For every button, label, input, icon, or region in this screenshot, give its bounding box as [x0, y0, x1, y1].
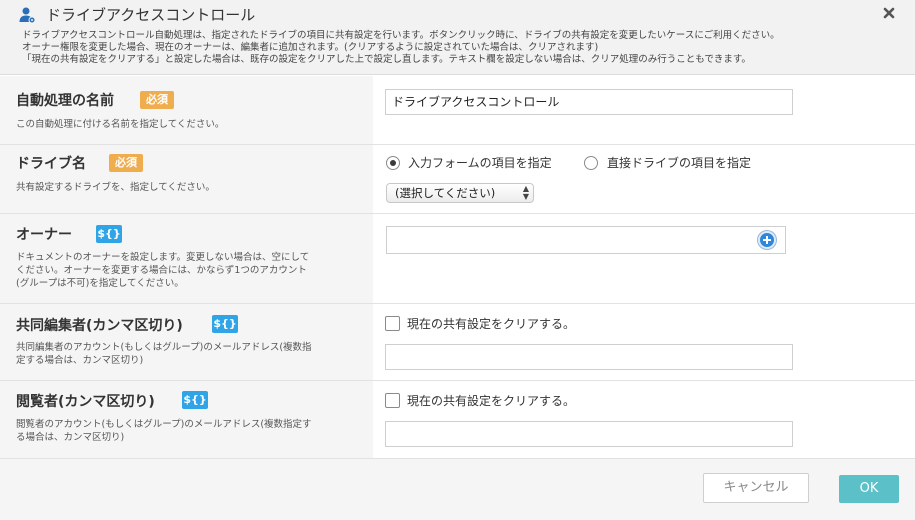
name-input[interactable]: ドライブアクセスコントロール: [385, 89, 793, 115]
viewers-help-2: る場合は、カンマ区切り): [16, 432, 125, 443]
viewers-label: 閲覧者(カンマ区切り): [16, 394, 155, 410]
name-help: この自動処理に付ける名前を指定してください。: [16, 119, 225, 130]
editors-label: 共同編集者(カンマ区切り): [16, 318, 183, 334]
variable-badge: ${}: [212, 315, 238, 333]
owner-label: オーナー: [16, 227, 72, 243]
drive-select[interactable]: (選択してください) ▲ ▼: [386, 183, 534, 203]
dialog-title: ドライブアクセスコントロール: [46, 6, 256, 24]
name-section: 自動処理の名前 必須 この自動処理に付ける名前を指定してください。 ドライブアク…: [0, 76, 915, 145]
required-badge: 必須: [140, 91, 174, 109]
viewers-section: 閲覧者(カンマ区切り) ${} 閲覧者のアカウント(もしくはグループ)のメールア…: [0, 381, 915, 459]
add-owner-icon[interactable]: [758, 231, 776, 249]
radio-direct-drive[interactable]: [584, 156, 598, 170]
owner-help-2: ください。オーナーを変更する場合には、かならず1つのアカウント: [16, 265, 307, 276]
viewers-help-1: 閲覧者のアカウント(もしくはグループ)のメールアドレス(複数指定す: [16, 419, 312, 430]
viewers-clear-label: 現在の共有設定をクリアする。: [407, 394, 576, 408]
variable-badge: ${}: [182, 391, 208, 409]
viewers-clear-checkbox[interactable]: [385, 393, 400, 408]
editors-help-2: 定する場合は、カンマ区切り): [16, 355, 144, 366]
owner-section: オーナー ${} ドキュメントのオーナーを設定します。変更しない場合は、空にして…: [0, 214, 915, 304]
name-label: 自動処理の名前: [16, 93, 114, 109]
radio-form-field-label: 入力フォームの項目を指定: [408, 156, 552, 170]
description-line-2: オーナー権限を変更した場合、現在のオーナーは、編集者に追加されます。(クリアする…: [22, 42, 599, 53]
drive-help: 共有設定するドライブを、指定してください。: [16, 182, 215, 193]
editors-clear-checkbox[interactable]: [385, 316, 400, 331]
cancel-button[interactable]: キャンセル: [703, 473, 809, 503]
select-arrows-icon: ▲ ▼: [522, 184, 529, 201]
required-badge: 必須: [109, 154, 143, 172]
ok-button[interactable]: OK: [839, 475, 899, 503]
close-icon[interactable]: [882, 6, 896, 20]
owner-help-3: (グループは不可)を指定してください。: [16, 278, 184, 289]
editors-help-1: 共同編集者のアカウント(もしくはグループ)のメールアドレス(複数指: [16, 342, 312, 353]
viewers-input[interactable]: [385, 421, 793, 447]
description-line-3: 「現在の共有設定をクリアする」と設定した場合は、既存の設定をクリアした上で設定し…: [22, 54, 751, 65]
owner-help-1: ドキュメントのオーナーを設定します。変更しない場合は、空にして: [16, 252, 310, 263]
owner-input[interactable]: [386, 226, 786, 254]
dialog-header: ドライブアクセスコントロール ドライブアクセスコントロール自動処理は、指定された…: [0, 0, 915, 75]
description-line-1: ドライブアクセスコントロール自動処理は、指定されたドライブの項目に共有設定を行い…: [22, 30, 780, 41]
editors-input[interactable]: [385, 344, 793, 370]
radio-form-field[interactable]: [386, 156, 400, 170]
drive-label: ドライブ名: [16, 156, 86, 172]
drive-section: ドライブ名 必須 共有設定するドライブを、指定してください。 入力フォームの項目…: [0, 145, 915, 214]
radio-direct-drive-label: 直接ドライブの項目を指定: [607, 156, 752, 170]
user-settings-icon: [19, 7, 36, 24]
editors-clear-label: 現在の共有設定をクリアする。: [407, 317, 576, 331]
editors-section: 共同編集者(カンマ区切り) ${} 共同編集者のアカウント(もしくはグループ)の…: [0, 304, 915, 381]
drive-select-value: (選択してください): [395, 186, 496, 200]
variable-badge: ${}: [96, 225, 122, 243]
